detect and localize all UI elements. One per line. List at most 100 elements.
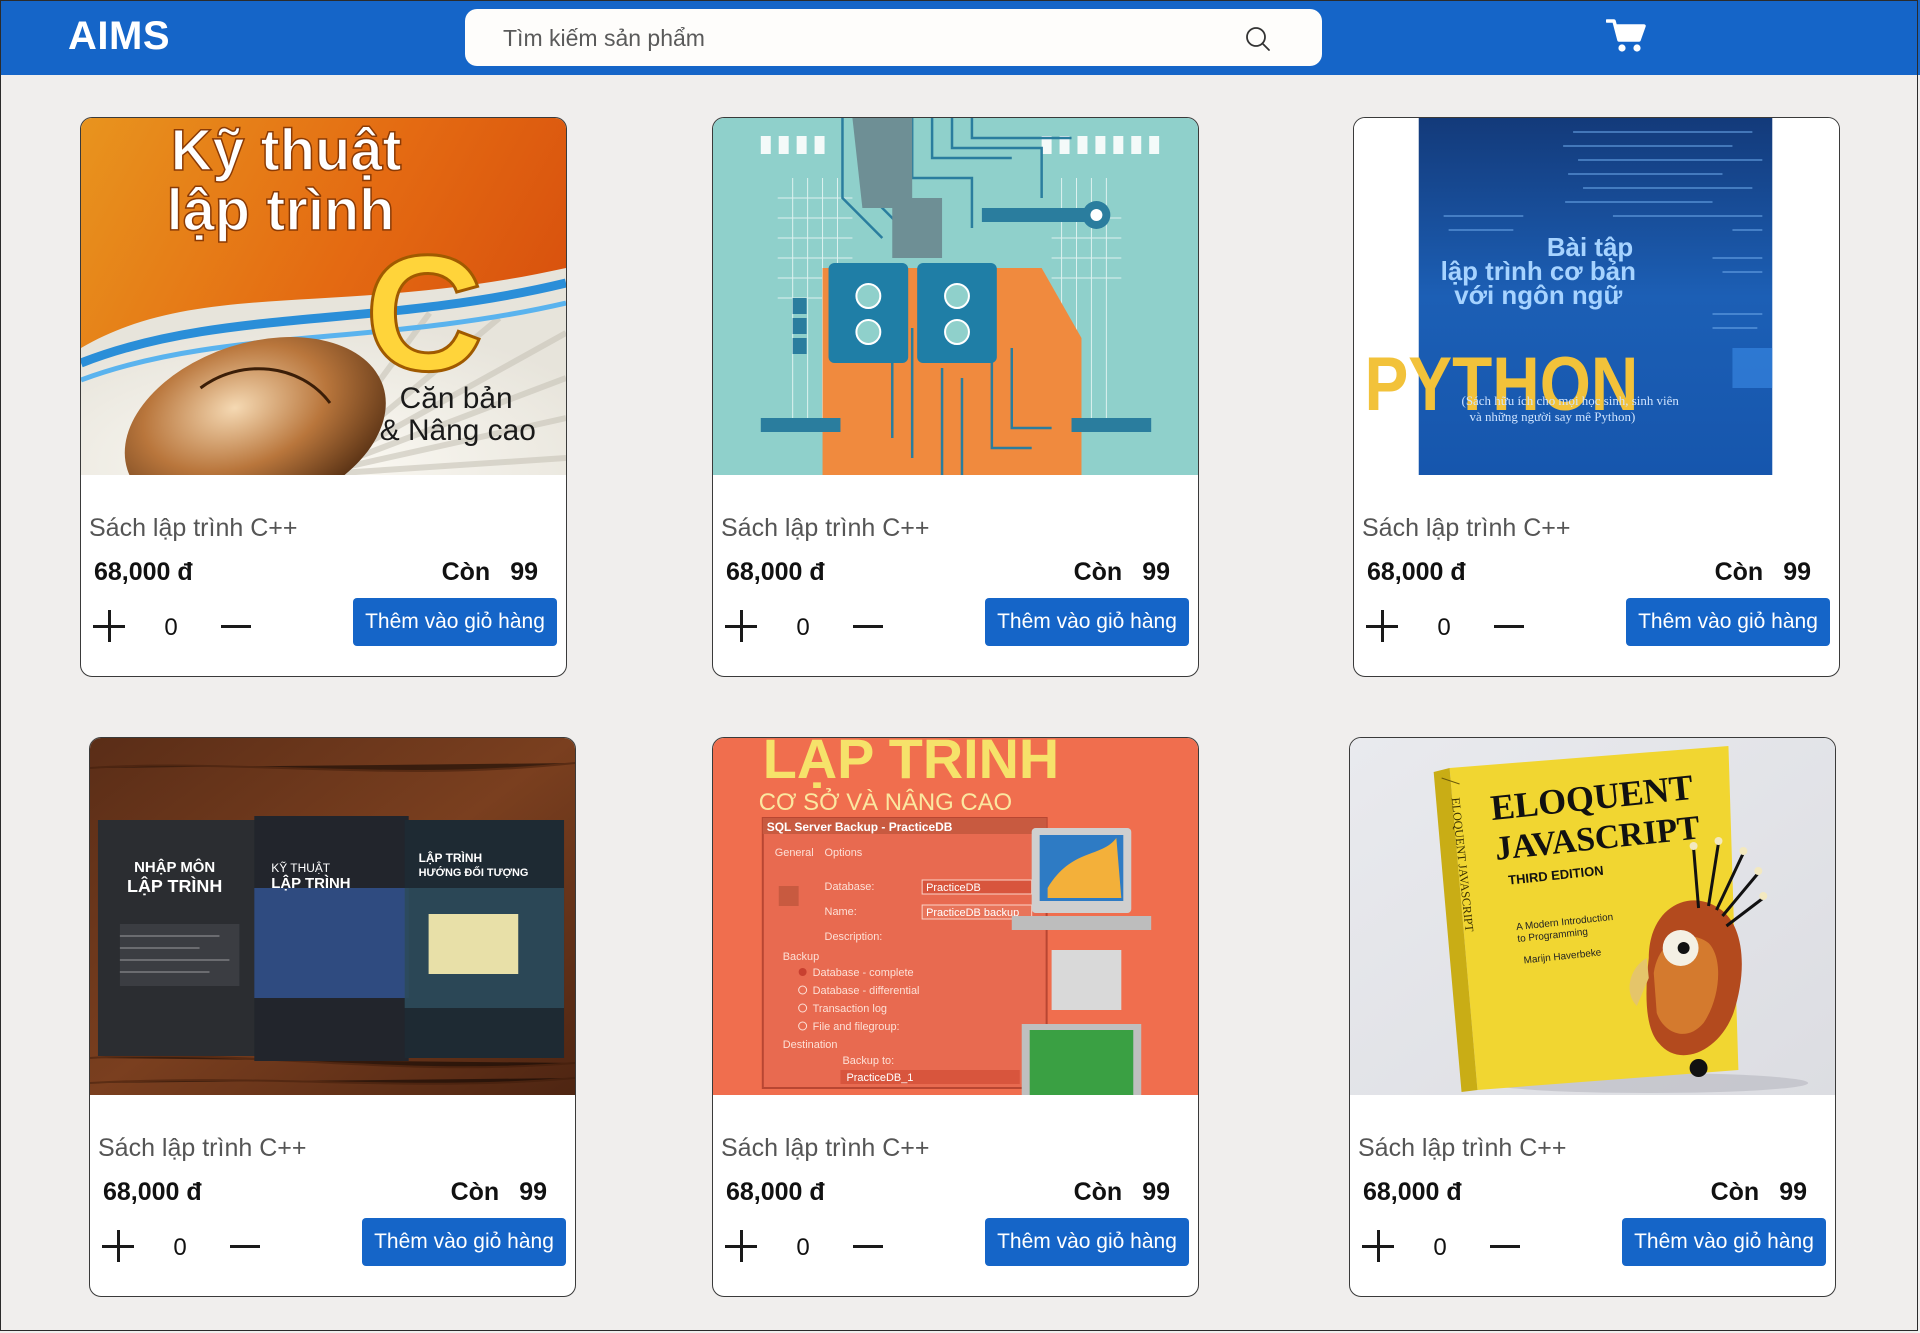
product-image[interactable]: Kỹ thuật lập trình C Căn bản & Nâng cao	[81, 118, 566, 475]
increase-quantity-button[interactable]	[1366, 610, 1398, 642]
cover-text: File and filegroup:	[813, 1021, 900, 1033]
product-price: 68,000 đ	[103, 1178, 202, 1206]
app-logo[interactable]: AIMS	[68, 14, 170, 59]
decrease-quantity-button[interactable]	[221, 610, 251, 642]
cover-text: Destination	[783, 1039, 838, 1051]
add-to-cart-button[interactable]: Thêm vào giỏ hàng	[985, 598, 1189, 646]
cover-text: Backup to:	[842, 1055, 894, 1067]
increase-quantity-button[interactable]	[1362, 1230, 1394, 1262]
product-title: Sách lập trình C++	[721, 1134, 930, 1162]
cover-text: PracticeDB	[926, 882, 981, 894]
decrease-quantity-button[interactable]	[853, 610, 883, 642]
quantity-value: 0	[1437, 614, 1451, 641]
cover-text: & Nâng cao	[380, 414, 536, 447]
stock-count: 99	[519, 1178, 547, 1206]
stock-count: 99	[1142, 1178, 1170, 1206]
stock-count: 99	[1142, 558, 1170, 586]
cover-text: CƠ SỞ VÀ NÂNG CAO	[759, 787, 1012, 816]
search-icon[interactable]	[1244, 25, 1272, 53]
product-title: Sách lập trình C++	[89, 514, 298, 542]
cover-text: lập trình	[167, 179, 395, 243]
cover-text: Database - complete	[813, 967, 914, 979]
stock-info: Còn 99	[442, 558, 538, 587]
product-card: ELOQUENT JAVASCRIPT THIRD EDITION A Mode…	[1349, 737, 1836, 1297]
stock-label: Còn	[1073, 558, 1123, 586]
quantity-value: 0	[796, 1234, 810, 1261]
cover-text: LẬP TRÌNH	[127, 875, 222, 896]
cover-text: NHẬP MÔN	[134, 858, 215, 876]
increase-quantity-button[interactable]	[93, 610, 125, 642]
add-to-cart-button[interactable]: Thêm vào giỏ hàng	[1622, 1218, 1826, 1266]
cover-text: (Sách hữu ích cho mọi học sinh, sinh viê…	[1462, 393, 1680, 408]
cover-text: và những người say mê Python)	[1470, 409, 1636, 424]
stock-info: Còn 99	[1715, 558, 1811, 587]
header-bar: AIMS	[0, 0, 1920, 75]
product-price: 68,000 đ	[94, 558, 193, 586]
product-image[interactable]	[713, 118, 1198, 475]
cover-text: Description:	[825, 931, 883, 943]
cover-text: LẬP TRÌNH	[419, 850, 482, 865]
add-to-cart-button[interactable]: Thêm vào giỏ hàng	[1626, 598, 1830, 646]
add-to-cart-button[interactable]: Thêm vào giỏ hàng	[985, 1218, 1189, 1266]
stock-label: Còn	[1714, 558, 1764, 586]
stock-info: Còn 99	[1074, 558, 1170, 587]
product-price: 68,000 đ	[726, 558, 825, 586]
stock-label: Còn	[441, 558, 491, 586]
cover-text: Transaction log	[813, 1003, 887, 1015]
product-title: Sách lập trình C++	[721, 514, 930, 542]
product-image[interactable]: LẬP TRÌNH CƠ SỞ VÀ NÂNG CAO SQL Server B…	[713, 738, 1198, 1095]
stock-count: 99	[1783, 558, 1811, 586]
stock-count: 99	[510, 558, 538, 586]
decrease-quantity-button[interactable]	[1490, 1230, 1520, 1262]
cover-text: KỸ THUẬT	[271, 860, 331, 875]
increase-quantity-button[interactable]	[725, 1230, 757, 1262]
cover-text: General	[775, 847, 814, 859]
cover-text: C	[365, 221, 484, 405]
decrease-quantity-button[interactable]	[230, 1230, 260, 1262]
stock-info: Còn 99	[451, 1178, 547, 1207]
increase-quantity-button[interactable]	[725, 610, 757, 642]
product-price: 68,000 đ	[1367, 558, 1466, 586]
add-to-cart-button[interactable]: Thêm vào giỏ hàng	[362, 1218, 566, 1266]
stock-label: Còn	[1073, 1178, 1123, 1206]
cover-text: LẬP TRÌNH	[271, 874, 350, 892]
product-title: Sách lập trình C++	[1358, 1134, 1567, 1162]
search-box	[465, 9, 1322, 66]
cover-text: HƯỚNG ĐỐI TƯỢNG	[419, 865, 529, 879]
increase-quantity-button[interactable]	[102, 1230, 134, 1262]
cover-text: SQL Server Backup - PracticeDB	[767, 820, 953, 834]
product-card: Sách lập trình C++ 68,000 đ Còn 99 0 Thêm…	[712, 117, 1199, 677]
quantity-value: 0	[164, 614, 178, 641]
cover-text: Căn bản	[400, 382, 513, 415]
cover-text: PracticeDB_1	[846, 1072, 913, 1084]
cover-text: Backup	[783, 951, 820, 963]
cover-text: Kỹ thuật	[171, 119, 402, 183]
product-price: 68,000 đ	[726, 1178, 825, 1206]
cover-text: Options	[825, 847, 863, 859]
cover-text: Database:	[825, 881, 875, 893]
product-price: 68,000 đ	[1363, 1178, 1462, 1206]
cover-text: LẬP TRÌNH	[763, 738, 1059, 790]
product-image[interactable]: Bài tập lập trình cơ bản với ngôn ngữ PY…	[1354, 118, 1839, 475]
quantity-value: 0	[1433, 1234, 1447, 1261]
product-card: LẬP TRÌNH CƠ SỞ VÀ NÂNG CAO SQL Server B…	[712, 737, 1199, 1297]
product-image[interactable]: NHẬP MÔN LẬP TRÌNH KỸ THUẬT LẬP TRÌNH LẬ…	[90, 738, 575, 1095]
cart-icon[interactable]	[1606, 18, 1646, 54]
search-input[interactable]	[501, 19, 1225, 57]
product-title: Sách lập trình C++	[98, 1134, 307, 1162]
cover-text: Database - differential	[813, 985, 920, 997]
quantity-value: 0	[796, 614, 810, 641]
add-to-cart-button[interactable]: Thêm vào giỏ hàng	[353, 598, 557, 646]
product-image[interactable]: ELOQUENT JAVASCRIPT THIRD EDITION A Mode…	[1350, 738, 1835, 1095]
stock-info: Còn 99	[1074, 1178, 1170, 1207]
cover-text: với ngôn ngữ	[1454, 282, 1622, 310]
product-title: Sách lập trình C++	[1362, 514, 1571, 542]
decrease-quantity-button[interactable]	[1494, 610, 1524, 642]
product-card: NHẬP MÔN LẬP TRÌNH KỸ THUẬT LẬP TRÌNH LẬ…	[89, 737, 576, 1297]
product-card: Bài tập lập trình cơ bản với ngôn ngữ PY…	[1353, 117, 1840, 677]
stock-count: 99	[1779, 1178, 1807, 1206]
quantity-value: 0	[173, 1234, 187, 1261]
stock-label: Còn	[450, 1178, 500, 1206]
product-card: Kỹ thuật lập trình C Căn bản & Nâng cao …	[80, 117, 567, 677]
decrease-quantity-button[interactable]	[853, 1230, 883, 1262]
